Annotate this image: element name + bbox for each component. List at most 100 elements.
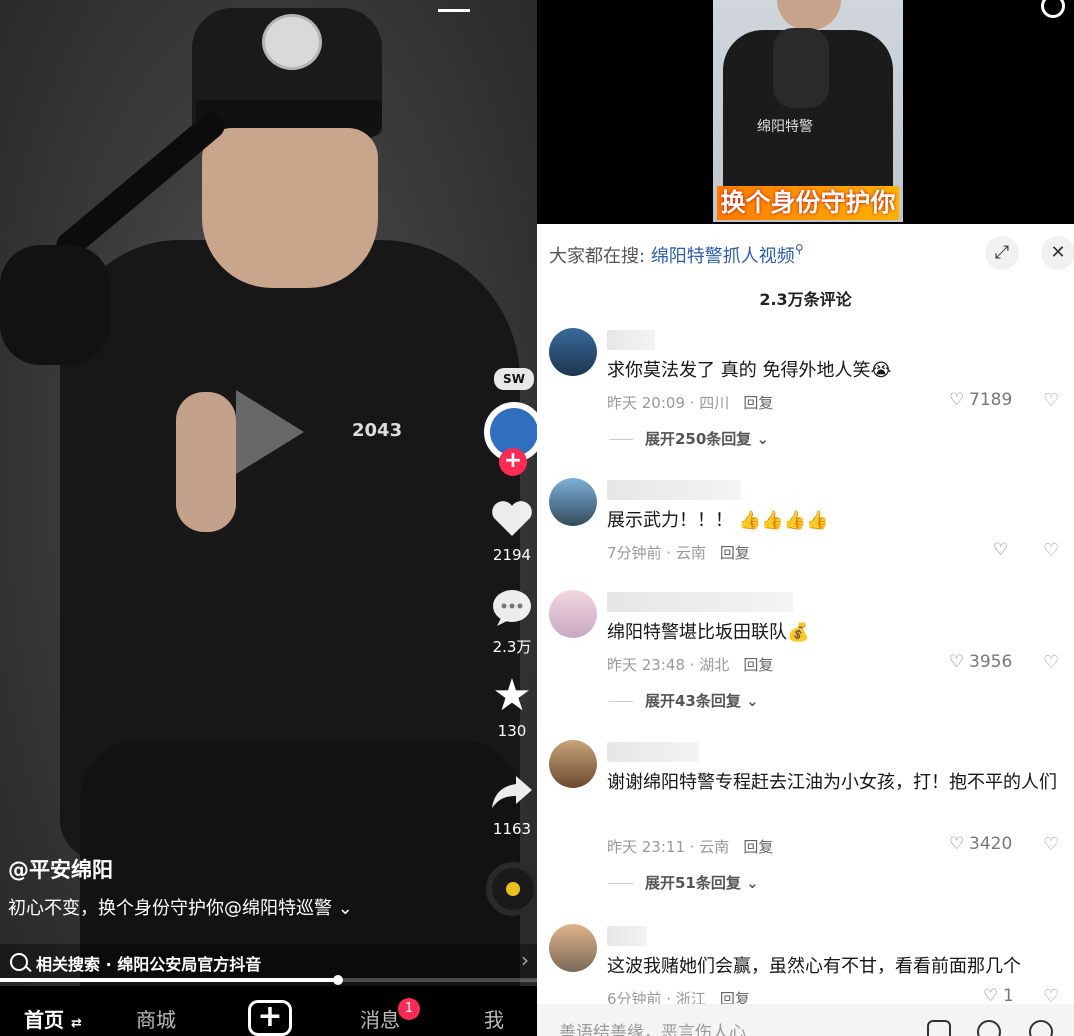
- hot-search-label: 大家都在搜:: [549, 246, 646, 267]
- reply-button[interactable]: 回复: [743, 656, 773, 674]
- mini-video[interactable]: 绵阳特警 换个身份守护你: [537, 0, 1074, 224]
- comment-text: 这波我赌她们会赢，虽然心有不甘，看看前面那几个: [607, 956, 1021, 977]
- like-count: 3956: [969, 652, 1013, 672]
- like-button[interactable]: ♡ 1: [983, 986, 1014, 1006]
- nav-mall[interactable]: 商城: [136, 1004, 176, 1033]
- search-icon[interactable]: [1041, 0, 1065, 18]
- reply-button[interactable]: 回复: [743, 394, 773, 412]
- avatar[interactable]: [549, 740, 597, 788]
- video-player[interactable]: 2043 SW + 2194 2.3万 ★ 130 1163 @平安绵阳 初心不…: [0, 0, 537, 1036]
- dislike-icon[interactable]: ♡: [1043, 834, 1059, 855]
- music-disc-center: [506, 882, 520, 896]
- heart-outline-icon: ♡: [949, 834, 965, 854]
- like-count: 1: [1003, 986, 1014, 1006]
- thumbnail-caption: 换个身份守护你: [717, 186, 899, 220]
- comment-text: 谢谢绵阳特警专程赶去江油为小女孩，打！抱不平的人们: [607, 772, 1057, 793]
- at-icon[interactable]: [977, 1020, 1001, 1036]
- username-blurred[interactable]: [607, 592, 793, 612]
- officer-hand-left: [0, 245, 110, 365]
- video-progress-bar[interactable]: [0, 975, 537, 985]
- heart-outline-icon: ♡: [993, 540, 1009, 560]
- username-blurred[interactable]: [607, 330, 655, 350]
- comment-count-title: 2.3万条评论: [759, 290, 852, 309]
- avatar[interactable]: [549, 924, 597, 972]
- swap-icon: ⇄: [70, 1016, 82, 1031]
- search-small-icon: ⚲: [794, 242, 804, 256]
- thumb-face: [777, 0, 841, 30]
- video-thumbnail[interactable]: 绵阳特警 换个身份守护你: [713, 0, 903, 222]
- chevron-down-icon: ⌄: [746, 692, 759, 710]
- username-blurred[interactable]: [607, 926, 647, 946]
- hot-search-keyword[interactable]: 绵阳特警抓人视频: [651, 246, 795, 267]
- create-button[interactable]: +: [248, 1000, 292, 1036]
- chevron-down-icon: ⌄: [756, 430, 770, 448]
- like-button[interactable]: ♡ 3420: [949, 834, 1012, 854]
- avatar[interactable]: [549, 328, 597, 376]
- share-button[interactable]: 1163: [484, 772, 537, 838]
- comment-text: 求你莫法发了 真的 免得外地人笑😭: [607, 360, 892, 381]
- related-search-text: 相关搜索 · 绵阳公安局官方抖音: [36, 955, 262, 974]
- comment-text: 绵阳特警堪比坂田联队💰: [607, 622, 810, 643]
- chevron-down-icon[interactable]: ⌄: [338, 898, 353, 919]
- heart-icon: [492, 501, 532, 536]
- username-blurred[interactable]: [607, 742, 699, 762]
- chevron-down-icon: ⌄: [746, 874, 759, 892]
- like-count: 2194: [492, 546, 532, 564]
- expand-icon[interactable]: ⤢: [985, 236, 1019, 270]
- like-button[interactable]: 2194: [484, 498, 537, 564]
- emoji-icon[interactable]: [1029, 1020, 1053, 1036]
- thumb-glove: [773, 28, 829, 108]
- expand-replies[interactable]: 展开250条回复 ⌄: [609, 428, 769, 449]
- share-count: 1163: [492, 820, 532, 838]
- vest-number: 2043: [352, 420, 403, 441]
- image-icon[interactable]: [927, 1020, 951, 1036]
- comment-input[interactable]: 善语结善缘，恶言伤人心: [537, 1004, 1074, 1036]
- search-icon: [10, 953, 28, 971]
- play-icon[interactable]: [236, 390, 304, 474]
- bottom-nav: 首页 ⇄ 商城 + 消息 1 我: [0, 986, 537, 1036]
- expand-replies[interactable]: 展开51条回复 ⌄: [609, 872, 759, 893]
- video-description[interactable]: 初心不变，换个身份守护你@绵阳特巡警 ⌄: [8, 894, 353, 920]
- nav-me[interactable]: 我: [484, 1004, 504, 1033]
- officer-fist: [176, 392, 236, 532]
- reply-button[interactable]: 回复: [743, 838, 773, 856]
- share-arrow-icon: [492, 776, 532, 808]
- username-blurred[interactable]: [607, 480, 741, 500]
- comment-bubble-icon: [493, 590, 531, 626]
- officer-face: [202, 128, 378, 288]
- star-icon: ★: [492, 670, 532, 721]
- comment-meta: 昨天 23:11 · 云南 回复: [607, 838, 774, 856]
- comment-count: 2.3万: [492, 638, 532, 656]
- expand-replies[interactable]: 展开43条回复 ⌄: [609, 690, 759, 711]
- reply-button[interactable]: 回复: [720, 544, 750, 562]
- avatar[interactable]: [549, 590, 597, 638]
- heart-outline-icon: ♡: [949, 390, 965, 410]
- progress-fill: [0, 978, 339, 982]
- comment-sheet: 大家都在搜: 绵阳特警抓人视频⚲ ⤢ ✕ 2.3万条评论 求你莫法发了 真的 免…: [537, 224, 1074, 1036]
- thumb-vest-text: 绵阳特警: [757, 119, 813, 135]
- like-button[interactable]: ♡ 7189: [949, 390, 1012, 410]
- drag-indicator: [438, 9, 470, 12]
- related-search-bar[interactable]: 相关搜索 · 绵阳公安局官方抖音 ›: [0, 944, 537, 980]
- chevron-right-icon: ›: [521, 948, 529, 972]
- like-button[interactable]: ♡ 3956: [949, 652, 1012, 672]
- hot-search[interactable]: 大家都在搜: 绵阳特警抓人视频⚲: [549, 242, 804, 268]
- favorite-button[interactable]: ★ 130: [484, 670, 537, 741]
- police-badge-icon: [262, 14, 322, 70]
- heart-outline-icon: ♡: [949, 652, 965, 672]
- nav-messages[interactable]: 消息: [360, 1004, 400, 1033]
- nav-home[interactable]: 首页 ⇄: [24, 1004, 82, 1033]
- dislike-icon[interactable]: ♡: [1043, 652, 1059, 673]
- like-count: 7189: [969, 390, 1013, 410]
- dislike-icon[interactable]: ♡: [1043, 540, 1059, 561]
- comment-meta: 7分钟前 · 云南 回复: [607, 544, 750, 562]
- avatar[interactable]: [549, 478, 597, 526]
- swat-patch: SW: [494, 368, 534, 390]
- author-name[interactable]: @平安绵阳: [8, 854, 113, 884]
- comment-button[interactable]: 2.3万: [484, 588, 537, 657]
- like-button[interactable]: ♡: [993, 540, 1013, 560]
- close-icon[interactable]: ✕: [1041, 236, 1074, 270]
- follow-button[interactable]: +: [499, 448, 527, 476]
- dislike-icon[interactable]: ♡: [1043, 390, 1059, 411]
- comment-text: 展示武力！！！ 👍👍👍👍: [607, 510, 829, 531]
